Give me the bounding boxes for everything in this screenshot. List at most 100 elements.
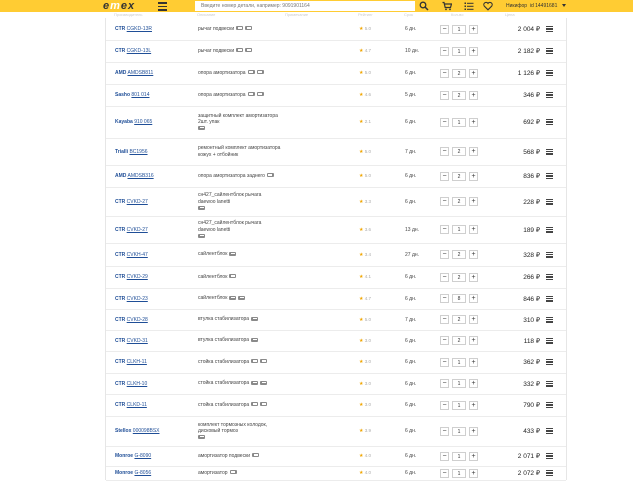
car-applicability-icon[interactable] <box>245 48 253 53</box>
car-applicability-icon[interactable] <box>252 453 260 458</box>
increase-quantity-button[interactable]: + <box>469 250 478 259</box>
part-link[interactable]: CTR CVKH-47 <box>115 252 148 258</box>
part-link[interactable]: Sasho 801 014 <box>115 92 149 98</box>
part-link[interactable]: CTR CGKD-13L <box>115 48 151 54</box>
increase-quantity-button[interactable]: + <box>469 147 478 156</box>
decrease-quantity-button[interactable]: − <box>440 117 449 127</box>
car-applicability-icon[interactable] <box>251 402 259 407</box>
decrease-quantity-button[interactable]: − <box>440 68 449 78</box>
decrease-quantity-button[interactable]: − <box>440 272 449 282</box>
decrease-quantity-button[interactable]: − <box>440 225 449 234</box>
car-applicability-icon[interactable] <box>251 316 259 321</box>
row-menu-icon[interactable] <box>546 402 553 409</box>
increase-quantity-button[interactable]: + <box>469 336 478 345</box>
part-link[interactable]: Monroe G-8056 <box>115 470 151 476</box>
emex-logo[interactable]: emex <box>103 0 135 12</box>
part-search-input[interactable] <box>195 1 415 11</box>
decrease-quantity-button[interactable]: − <box>440 379 449 388</box>
decrease-quantity-button[interactable]: − <box>440 336 449 345</box>
quantity-input[interactable]: 2 <box>452 197 466 206</box>
car-applicability-icon[interactable] <box>251 380 259 385</box>
decrease-quantity-button[interactable]: − <box>440 171 449 181</box>
row-menu-icon[interactable] <box>546 173 553 180</box>
row-menu-icon[interactable] <box>546 380 553 387</box>
decrease-quantity-button[interactable]: − <box>440 294 449 303</box>
row-menu-icon[interactable] <box>546 26 553 33</box>
part-link[interactable]: CTR CVKD-27 <box>115 199 148 205</box>
increase-quantity-button[interactable]: + <box>469 46 478 56</box>
car-applicability-icon[interactable] <box>198 435 205 440</box>
car-applicability-icon[interactable] <box>198 233 205 238</box>
decrease-quantity-button[interactable]: − <box>440 468 449 478</box>
car-applicability-icon[interactable] <box>251 359 259 364</box>
car-applicability-icon[interactable] <box>260 402 268 407</box>
quantity-input[interactable]: 2 <box>452 315 466 324</box>
burger-menu-icon[interactable] <box>158 2 167 11</box>
car-applicability-icon[interactable] <box>198 205 205 210</box>
increase-quantity-button[interactable]: + <box>469 68 478 78</box>
cart-icon[interactable] <box>442 1 452 11</box>
part-link[interactable]: AMD AMDSB316 <box>115 173 154 179</box>
quantity-input[interactable]: 8 <box>452 294 466 303</box>
decrease-quantity-button[interactable]: − <box>440 250 449 259</box>
decrease-quantity-button[interactable]: − <box>440 400 449 410</box>
quantity-input[interactable]: 2 <box>452 250 466 259</box>
decrease-quantity-button[interactable]: − <box>440 46 449 56</box>
user-account[interactable]: Никифор id 14491681 <box>506 0 557 12</box>
part-link[interactable]: CTR CVKD-29 <box>115 274 148 280</box>
row-menu-icon[interactable] <box>546 428 553 435</box>
row-menu-icon[interactable] <box>546 226 553 233</box>
quantity-input[interactable]: 1 <box>452 400 466 410</box>
favorites-heart-icon[interactable] <box>483 1 493 11</box>
part-link[interactable]: Trialli BC1956 <box>115 149 148 155</box>
increase-quantity-button[interactable]: + <box>469 171 478 181</box>
quantity-input[interactable]: 2 <box>452 171 466 181</box>
car-applicability-icon[interactable] <box>251 337 259 342</box>
increase-quantity-button[interactable]: + <box>469 24 478 34</box>
car-applicability-icon[interactable] <box>229 251 237 256</box>
increase-quantity-button[interactable]: + <box>469 426 478 436</box>
increase-quantity-button[interactable]: + <box>469 468 478 478</box>
quantity-input[interactable]: 1 <box>452 451 466 461</box>
part-link[interactable]: CTR CGKD-13R <box>115 26 152 32</box>
quantity-input[interactable]: 2 <box>452 90 466 100</box>
increase-quantity-button[interactable]: + <box>469 379 478 388</box>
decrease-quantity-button[interactable]: − <box>440 357 449 367</box>
increase-quantity-button[interactable]: + <box>469 90 478 100</box>
quantity-input[interactable]: 2 <box>452 68 466 78</box>
decrease-quantity-button[interactable]: − <box>440 426 449 436</box>
part-link[interactable]: CTR CLKH-11 <box>115 359 147 365</box>
decrease-quantity-button[interactable]: − <box>440 24 449 34</box>
row-menu-icon[interactable] <box>546 295 553 302</box>
car-applicability-icon[interactable] <box>245 26 253 31</box>
increase-quantity-button[interactable]: + <box>469 117 478 127</box>
car-applicability-icon[interactable] <box>229 274 237 279</box>
car-applicability-icon[interactable] <box>256 70 264 75</box>
row-menu-icon[interactable] <box>546 48 553 55</box>
car-applicability-icon[interactable] <box>266 173 274 178</box>
car-applicability-icon[interactable] <box>247 70 255 75</box>
row-menu-icon[interactable] <box>546 198 553 205</box>
increase-quantity-button[interactable]: + <box>469 400 478 410</box>
increase-quantity-button[interactable]: + <box>469 357 478 367</box>
quantity-input[interactable]: 1 <box>452 357 466 367</box>
quantity-input[interactable]: 2 <box>452 336 466 345</box>
increase-quantity-button[interactable]: + <box>469 225 478 234</box>
quantity-input[interactable]: 1 <box>452 426 466 436</box>
quantity-input[interactable]: 1 <box>452 379 466 388</box>
increase-quantity-button[interactable]: + <box>469 451 478 461</box>
decrease-quantity-button[interactable]: − <box>440 197 449 206</box>
chevron-down-icon[interactable] <box>562 4 566 7</box>
increase-quantity-button[interactable]: + <box>469 272 478 282</box>
row-menu-icon[interactable] <box>546 359 553 366</box>
part-link[interactable]: CTR CVKD-31 <box>115 338 148 344</box>
car-applicability-icon[interactable] <box>236 48 244 53</box>
car-applicability-icon[interactable] <box>256 92 264 97</box>
row-menu-icon[interactable] <box>546 337 553 344</box>
quantity-input[interactable]: 2 <box>452 272 466 282</box>
increase-quantity-button[interactable]: + <box>469 197 478 206</box>
order-list-icon[interactable] <box>464 1 474 11</box>
row-menu-icon[interactable] <box>546 316 553 323</box>
car-applicability-icon[interactable] <box>247 92 255 97</box>
increase-quantity-button[interactable]: + <box>469 315 478 324</box>
